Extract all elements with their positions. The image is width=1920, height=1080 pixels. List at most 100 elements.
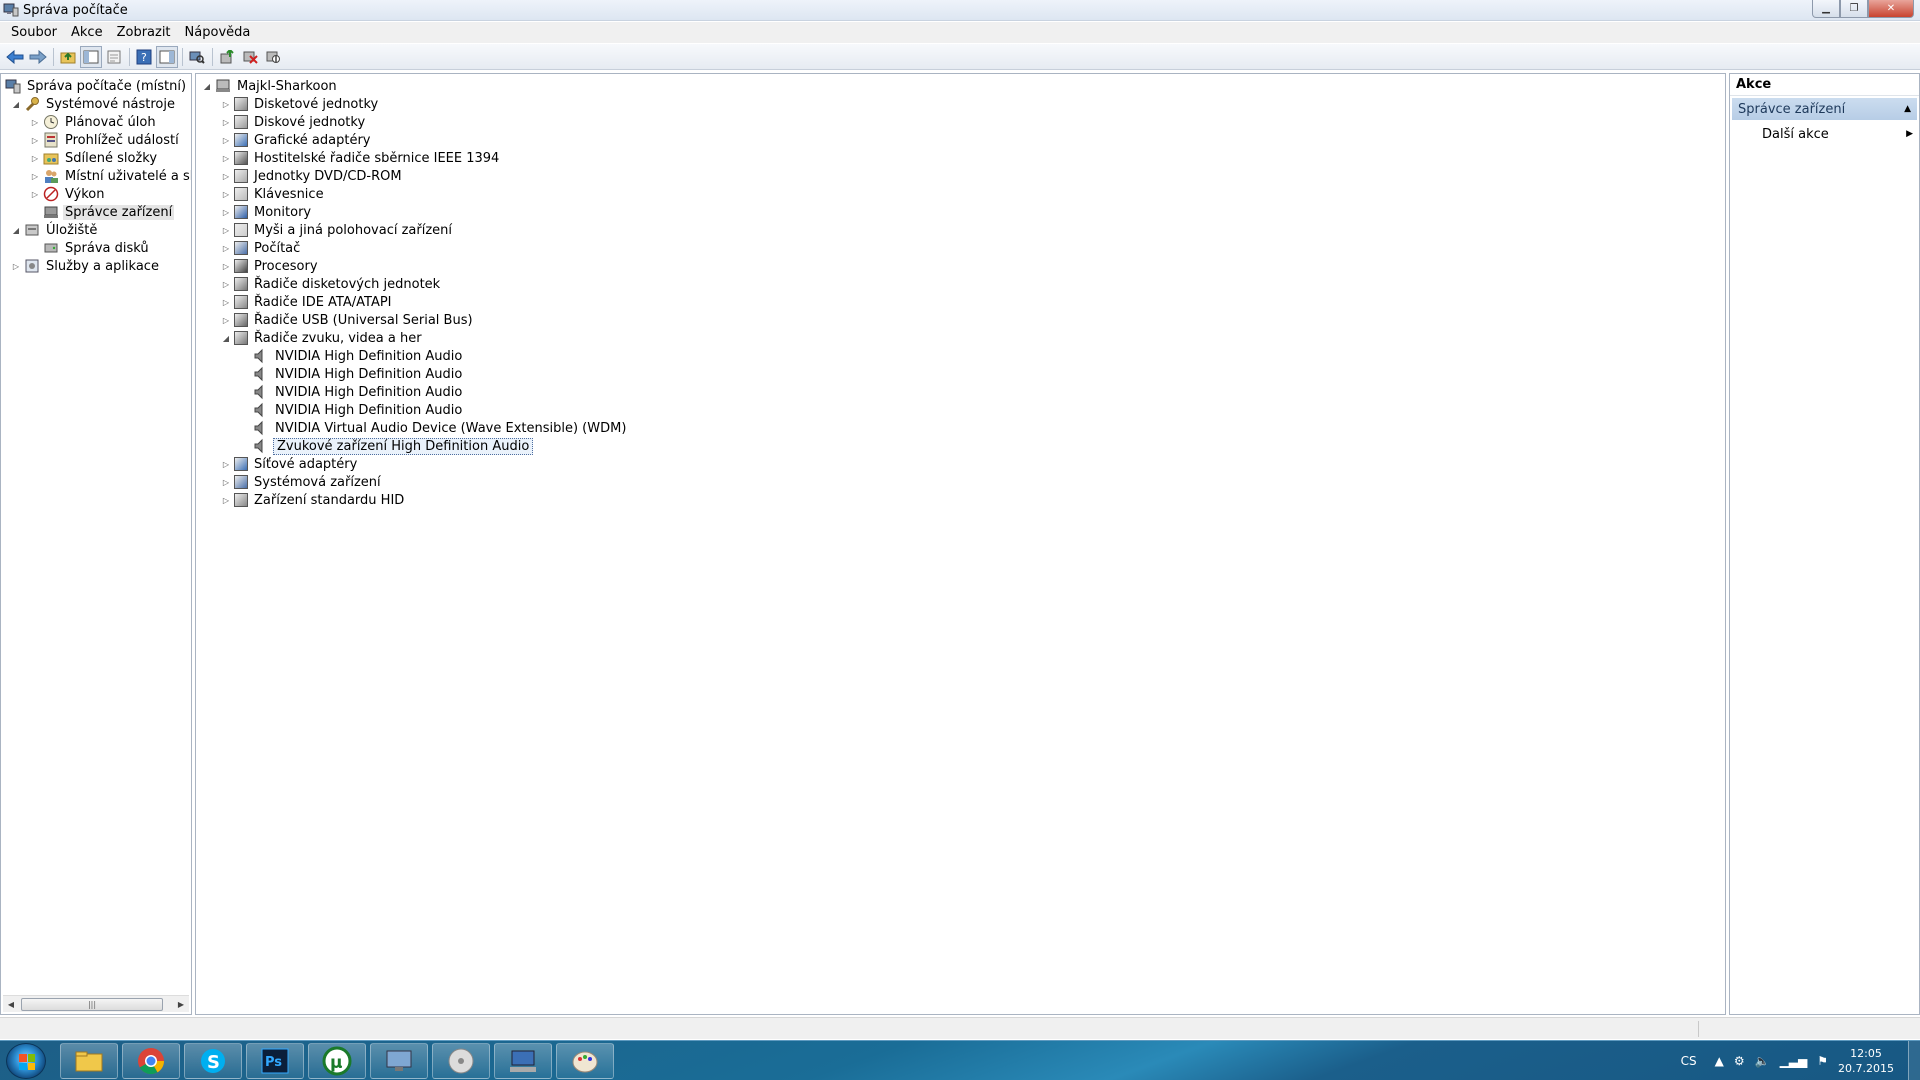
collapse-arrow-icon[interactable]: ◢ [11, 99, 21, 109]
device-category[interactable]: ◢ Řadiče zvuku, videa a her [221, 329, 424, 347]
show-hidden-icons-icon[interactable]: ▲ [1715, 1054, 1724, 1068]
tree-item-local-users[interactable]: ▷ Místní uživatelé a skupiny [30, 167, 191, 185]
tree-item-computer-management[interactable]: Správa počítače (místní) [5, 77, 188, 95]
device-category[interactable]: ▷ Řadiče disketových jednotek [221, 275, 442, 293]
taskbar-media-player[interactable] [432, 1043, 490, 1079]
tree-item-performance[interactable]: ▷ Výkon [30, 185, 107, 203]
device-item[interactable]: Zvukové zařízení High Definition Audio [253, 437, 534, 455]
taskbar-explorer[interactable] [60, 1043, 118, 1079]
expand-arrow-icon[interactable]: ▷ [221, 477, 231, 487]
device-category[interactable]: ▷ Počítač [221, 239, 302, 257]
scroll-right-arrow-icon[interactable]: ▶ [174, 998, 188, 1011]
expand-arrow-icon[interactable]: ▷ [221, 279, 231, 289]
expand-arrow-icon[interactable]: ▷ [30, 189, 40, 199]
device-category[interactable]: ▷ Zařízení standardu HID [221, 491, 406, 509]
scrollbar-thumb[interactable]: ||| [21, 998, 163, 1011]
clock[interactable]: 12:05 20.7.2015 [1838, 1046, 1894, 1076]
start-button[interactable] [6, 1043, 46, 1079]
taskbar-network[interactable] [494, 1043, 552, 1079]
expand-arrow-icon[interactable]: ▷ [221, 207, 231, 217]
tree-item-shared-folders[interactable]: ▷ Sdílené složky [30, 149, 159, 167]
menu-akce[interactable]: Akce [64, 25, 110, 40]
close-button[interactable]: ✕ [1868, 0, 1914, 18]
device-category[interactable]: ▷ Hostitelské řadiče sběrnice IEEE 1394 [221, 149, 501, 167]
device-item[interactable]: NVIDIA High Definition Audio [253, 401, 464, 419]
expand-arrow-icon[interactable]: ▷ [221, 99, 231, 109]
taskbar-computer-management[interactable] [370, 1043, 428, 1079]
show-hide-tree-icon[interactable] [80, 45, 102, 68]
scan-hardware-icon[interactable] [186, 46, 208, 68]
expand-arrow-icon[interactable]: ▷ [221, 261, 231, 271]
collapse-up-icon[interactable]: ▲ [1904, 104, 1911, 114]
uninstall-icon[interactable] [239, 46, 261, 68]
device-category[interactable]: ▷ Řadiče IDE ATA/ATAPI [221, 293, 394, 311]
menu-napoveda[interactable]: Nápověda [178, 25, 258, 40]
actions-section-device-manager[interactable]: Správce zařízení ▲ [1732, 98, 1917, 120]
back-icon[interactable] [4, 46, 26, 68]
signal-icon[interactable]: ▁▃▅ [1780, 1054, 1808, 1068]
action-more-actions[interactable]: Další akce ▶ [1730, 124, 1919, 144]
expand-arrow-icon[interactable]: ▷ [221, 117, 231, 127]
device-item[interactable]: NVIDIA High Definition Audio [253, 347, 464, 365]
network-tray-icon[interactable]: ⚙ [1734, 1054, 1745, 1068]
language-indicator[interactable]: CS [1681, 1054, 1697, 1068]
expand-arrow-icon[interactable]: ▷ [221, 135, 231, 145]
export-icon[interactable] [103, 46, 125, 68]
expand-arrow-icon[interactable]: ▷ [221, 243, 231, 253]
expand-arrow-icon[interactable]: ▷ [30, 117, 40, 127]
device-item[interactable]: NVIDIA Virtual Audio Device (Wave Extens… [253, 419, 628, 437]
up-folder-icon[interactable] [57, 46, 79, 68]
device-category[interactable]: ▷ Systémová zařízení [221, 473, 383, 491]
help-icon[interactable]: ? [133, 46, 155, 68]
device-category[interactable]: ▷ Procesory [221, 257, 320, 275]
collapse-arrow-icon[interactable]: ◢ [202, 81, 212, 91]
collapse-arrow-icon[interactable]: ◢ [221, 333, 231, 343]
console-tree-pane[interactable]: Správa počítače (místní) ◢ Systémové nás… [0, 73, 192, 1015]
collapse-arrow-icon[interactable]: ◢ [11, 225, 21, 235]
menu-zobrazit[interactable]: Zobrazit [110, 25, 178, 40]
device-category[interactable]: ▷ Grafické adaptéry [221, 131, 373, 149]
device-tree-pane[interactable]: ◢ Majkl-Sharkoon ▷ Disketové jednotky ▷ Dis… [195, 73, 1726, 1015]
tree-item-system-tools[interactable]: ◢ Systémové nástroje [11, 95, 177, 113]
tree-item-services-apps[interactable]: ▷ Služby a aplikace [11, 257, 161, 275]
expand-arrow-icon[interactable]: ▷ [11, 261, 21, 271]
expand-arrow-icon[interactable]: ▷ [30, 171, 40, 181]
taskbar-utorrent[interactable]: µ [308, 1043, 366, 1079]
menu-soubor[interactable]: Soubor [4, 25, 64, 40]
expand-arrow-icon[interactable]: ▷ [221, 459, 231, 469]
expand-arrow-icon[interactable]: ▷ [221, 315, 231, 325]
expand-arrow-icon[interactable]: ▷ [30, 135, 40, 145]
disable-icon[interactable] [262, 46, 284, 68]
device-category[interactable]: ▷ Diskové jednotky [221, 113, 367, 131]
device-category[interactable]: ▷ Monitory [221, 203, 313, 221]
horizontal-scrollbar[interactable]: ◀ ||| ▶ [3, 995, 189, 1012]
taskbar-skype[interactable]: S [184, 1043, 242, 1079]
show-hide-action-pane-icon[interactable] [156, 45, 178, 68]
expand-arrow-icon[interactable]: ▷ [221, 153, 231, 163]
tree-item-task-scheduler[interactable]: ▷ Plánovač úloh [30, 113, 158, 131]
tree-item-storage[interactable]: ◢ Úložiště [11, 221, 99, 239]
device-category[interactable]: ▷ Síťové adaptéry [221, 455, 359, 473]
expand-arrow-icon[interactable]: ▷ [221, 297, 231, 307]
taskbar-chrome[interactable] [122, 1043, 180, 1079]
device-category[interactable]: ▷ Myši a jiná polohovací zařízení [221, 221, 454, 239]
show-desktop-button[interactable] [1908, 1041, 1920, 1080]
maximize-button[interactable]: ❐ [1840, 0, 1868, 18]
tree-item-event-viewer[interactable]: ▷ Prohlížeč událostí [30, 131, 181, 149]
action-center-flag-icon[interactable]: ⚑ [1817, 1054, 1828, 1068]
device-category[interactable]: ▷ Jednotky DVD/CD-ROM [221, 167, 404, 185]
forward-icon[interactable] [27, 46, 49, 68]
device-category[interactable]: ▷ Klávesnice [221, 185, 326, 203]
volume-icon[interactable]: 🔈 [1755, 1054, 1770, 1068]
device-tree-root[interactable]: ◢ Majkl-Sharkoon [202, 77, 339, 95]
expand-arrow-icon[interactable]: ▷ [30, 153, 40, 163]
minimize-button[interactable]: ▁ [1812, 0, 1840, 18]
device-category[interactable]: ▷ Řadiče USB (Universal Serial Bus) [221, 311, 475, 329]
device-category[interactable]: ▷ Disketové jednotky [221, 95, 380, 113]
expand-arrow-icon[interactable]: ▷ [221, 171, 231, 181]
device-item[interactable]: NVIDIA High Definition Audio [253, 383, 464, 401]
expand-arrow-icon[interactable]: ▷ [221, 495, 231, 505]
tree-item-device-manager[interactable]: Správce zařízení [43, 203, 175, 221]
scroll-left-arrow-icon[interactable]: ◀ [4, 998, 18, 1011]
expand-arrow-icon[interactable]: ▷ [221, 225, 231, 235]
